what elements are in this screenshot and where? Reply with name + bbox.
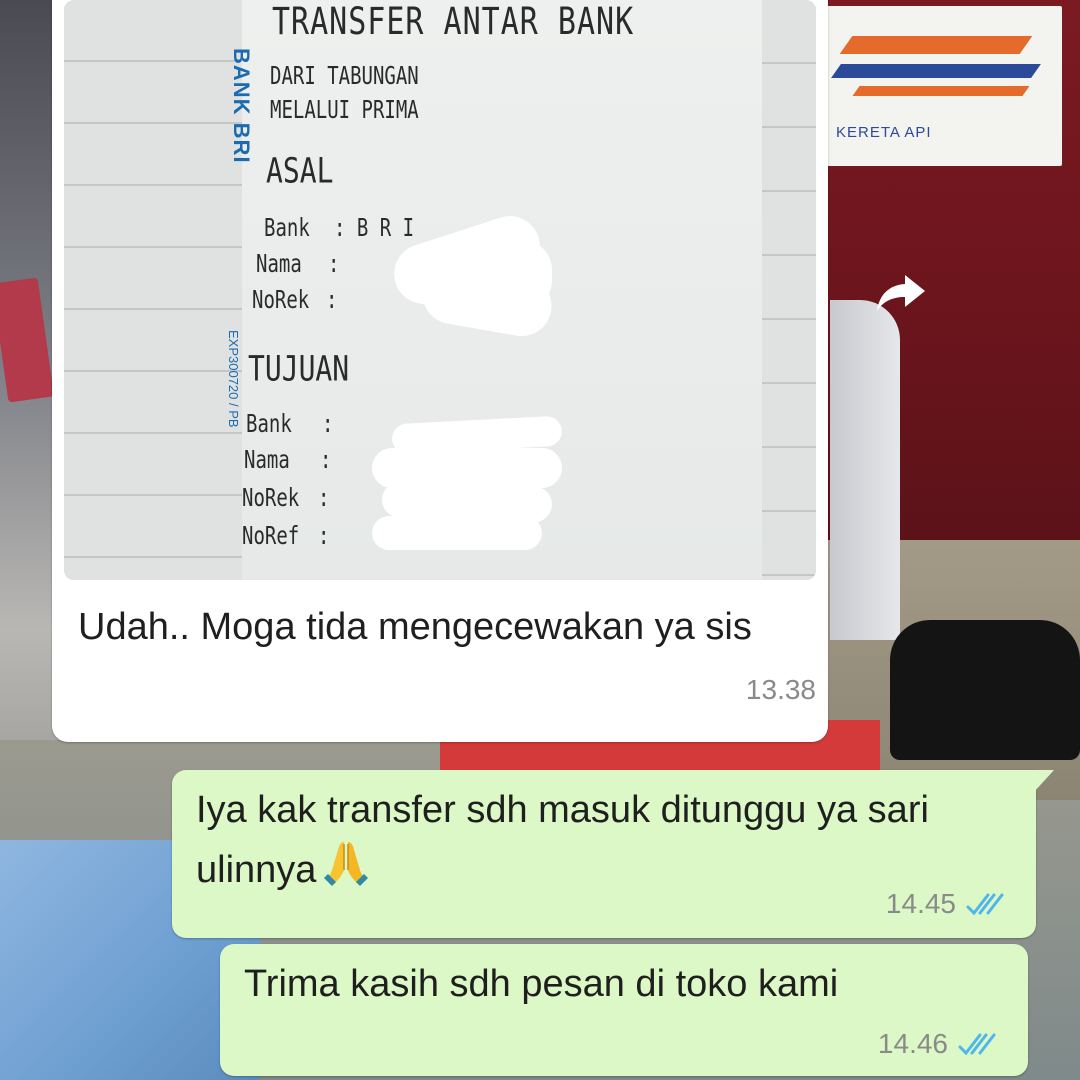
receipt-value: : [328, 250, 340, 279]
receipt-photo[interactable]: TRANSFER ANTAR BANK BANK BRI EXP300720 /… [64, 0, 816, 580]
forward-button[interactable] [872, 268, 930, 316]
message-text: Iya kak transfer sdh masuk ditunggu ya s… [196, 789, 929, 891]
receipt-title: TRANSFER ANTAR BANK [272, 0, 635, 44]
folded-hands-icon [320, 836, 372, 902]
receipt-label: NoRek [252, 286, 310, 315]
receipt-value: : B R I [334, 214, 415, 243]
sign-label: KERETA API [836, 124, 932, 141]
outgoing-timestamp: 14.45 [885, 888, 956, 919]
tujuan-heading: TUJUAN [248, 348, 350, 390]
receipt-label: Nama [244, 446, 290, 475]
receipt-value: : [322, 410, 334, 439]
transfer-receipt: TRANSFER ANTAR BANK BANK BRI EXP300720 /… [226, 0, 762, 580]
redaction-mark [372, 516, 542, 550]
receipt-label: Nama [256, 250, 302, 279]
outgoing-message-text: Trima kasih sdh pesan di toko kami [244, 963, 839, 1005]
receipt-value: : [318, 522, 330, 551]
incoming-message-text: Udah.. Moga tida mengecewakan ya sis [78, 606, 752, 648]
receipt-line: DARI TABUNGAN [270, 62, 419, 91]
notebook-paper [760, 0, 816, 580]
kereta-api-sign: KERETA API [826, 6, 1062, 166]
receipt-code: EXP300720 / PB [226, 330, 241, 428]
forward-arrow-icon [877, 275, 925, 311]
receipt-label: Bank [264, 214, 310, 243]
incoming-message-bubble[interactable]: TRANSFER ANTAR BANK BANK BRI EXP300720 /… [52, 0, 828, 742]
receipt-value: : [318, 484, 330, 513]
black-bag [890, 620, 1080, 760]
receipt-line: MELALUI PRIMA [270, 96, 419, 125]
read-double-check-icon [958, 1033, 996, 1056]
outgoing-message-bubble[interactable]: Iya kak transfer sdh masuk ditunggu ya s… [172, 770, 1054, 938]
receipt-label: NoRek [242, 484, 300, 513]
sign-stripe [831, 64, 1041, 78]
message-meta: 14.46 [878, 1028, 1002, 1060]
outgoing-message-bubble[interactable]: Trima kasih sdh pesan di toko kami 14.46 [220, 944, 1028, 1076]
redaction-mark [472, 240, 552, 310]
notebook-paper [64, 0, 244, 580]
bank-brand-label: BANK BRI [229, 48, 254, 164]
bubble-tail [1034, 770, 1054, 792]
outgoing-message-text: Iya kak transfer sdh masuk ditunggu ya s… [196, 784, 1016, 902]
message-meta: 14.45 [886, 888, 1010, 920]
receipt-label: NoRef [242, 522, 300, 551]
receipt-value: : [320, 446, 332, 475]
outgoing-timestamp: 14.46 [877, 1028, 948, 1059]
incoming-timestamp: 13.38 [745, 674, 816, 705]
sign-stripe [839, 36, 1033, 54]
read-double-check-icon [966, 893, 1004, 916]
receipt-label: Bank [246, 410, 292, 439]
asal-heading: ASAL [266, 150, 334, 192]
receipt-value: : [326, 286, 338, 315]
person-arm [830, 300, 900, 640]
sign-stripe [852, 86, 1030, 96]
